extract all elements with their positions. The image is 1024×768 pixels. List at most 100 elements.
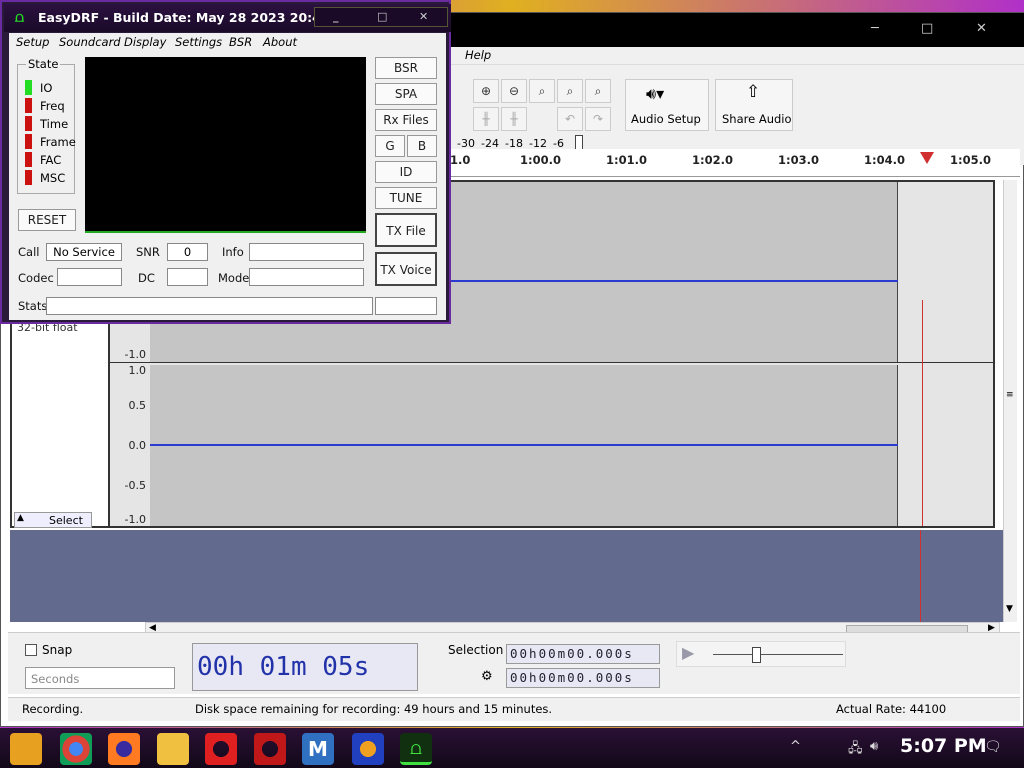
led-label: Frame bbox=[40, 135, 76, 149]
chrome-icon[interactable] bbox=[60, 733, 92, 765]
menu-about[interactable]: About bbox=[263, 35, 297, 49]
zoom-out-icon[interactable]: ⊖ bbox=[501, 79, 527, 103]
b-button[interactable]: B bbox=[407, 135, 437, 157]
playhead-line bbox=[920, 530, 921, 622]
playhead-marker-icon[interactable] bbox=[920, 152, 934, 164]
easydrf-taskbar-icon[interactable]: ⩍ bbox=[400, 733, 432, 765]
spa-button[interactable]: SPA bbox=[375, 83, 437, 105]
led-fac bbox=[25, 152, 32, 167]
taskbar: M ⩍ ^ 🖧 🔊︎ 5:07 PM 🗨︎ bbox=[0, 728, 1024, 768]
share-audio-button[interactable]: ⇧ Share Audio bbox=[715, 79, 793, 131]
audacity-icon[interactable] bbox=[352, 733, 384, 765]
time-unit: h bbox=[228, 652, 244, 682]
waveform-channel-right[interactable] bbox=[150, 365, 898, 526]
mode-field bbox=[249, 268, 364, 286]
maximize-icon[interactable]: □ bbox=[921, 21, 933, 36]
speed-slider[interactable] bbox=[713, 654, 843, 655]
stats-extra-field bbox=[375, 297, 437, 315]
undo-icon[interactable]: ↶ bbox=[557, 107, 583, 131]
menu-help[interactable]: Help bbox=[465, 48, 491, 62]
waveform-line bbox=[150, 444, 898, 446]
easydrf-window: ⩍ EasyDRF - Build Date: May 28 2023 20:4… bbox=[0, 0, 451, 324]
share-icon: ⇧ bbox=[746, 82, 761, 102]
firefox-icon[interactable] bbox=[108, 733, 140, 765]
led-label: Time bbox=[40, 117, 69, 131]
tune-button[interactable]: TUNE bbox=[375, 187, 437, 209]
dc-label: DC bbox=[138, 271, 155, 285]
menu-soundcard[interactable]: Soundcard bbox=[59, 35, 121, 49]
vertical-scrollbar[interactable]: ≡ ▼ bbox=[1003, 180, 1017, 622]
mode-label: Mode bbox=[218, 271, 250, 285]
time-unit: m bbox=[290, 652, 307, 682]
select-button[interactable]: ▲ Select bbox=[14, 512, 92, 528]
empty-track-space[interactable] bbox=[10, 530, 1013, 622]
ruler-tick: 1:02.0 bbox=[692, 153, 733, 167]
speed-slider-thumb[interactable] bbox=[752, 647, 761, 663]
info-field bbox=[249, 243, 364, 261]
play-icon[interactable]: ▶ bbox=[682, 643, 694, 662]
menu-settings[interactable]: Settings bbox=[175, 35, 222, 49]
bsr-button[interactable]: BSR bbox=[375, 57, 437, 79]
play-at-speed-toolbar: ▶ bbox=[676, 641, 846, 667]
audio-setup-button[interactable]: 🔊︎▾ Audio Setup bbox=[625, 79, 709, 131]
scroll-down-icon[interactable]: ▼ bbox=[1006, 604, 1013, 614]
zoom-selection-icon[interactable]: ⌕ bbox=[529, 79, 555, 103]
call-label: Call bbox=[18, 245, 40, 259]
menu-setup[interactable]: Setup bbox=[16, 35, 49, 49]
status-state: Recording. bbox=[22, 702, 84, 716]
codec-field bbox=[57, 268, 122, 286]
redo-icon[interactable]: ↷ bbox=[585, 107, 611, 131]
selection-start-time[interactable]: 00h00m00.000s bbox=[506, 644, 660, 664]
easydrf-titlebar: ⩍ EasyDRF - Build Date: May 28 2023 20:4… bbox=[4, 4, 451, 32]
spectrum-display bbox=[85, 57, 366, 233]
led-frame bbox=[25, 134, 32, 149]
g-button[interactable]: G bbox=[375, 135, 405, 157]
gear-icon[interactable]: ⚙ bbox=[481, 669, 493, 684]
rx-files-button[interactable]: Rx Files bbox=[375, 109, 437, 131]
led-msc bbox=[25, 170, 32, 185]
reset-button[interactable]: RESET bbox=[18, 209, 76, 231]
selection-end-time[interactable]: 00h00m00.000s bbox=[506, 668, 660, 688]
notification-icon[interactable]: 🗨︎ bbox=[984, 739, 1002, 757]
id-button[interactable]: ID bbox=[375, 161, 437, 183]
close-icon[interactable]: ✕ bbox=[976, 21, 987, 36]
stats-field bbox=[46, 297, 373, 315]
ruler-tick: 1:04.0 bbox=[864, 153, 905, 167]
menu-bsr[interactable]: BSR bbox=[229, 35, 252, 49]
snr-label: SNR bbox=[136, 245, 160, 259]
minimize-icon[interactable]: _ bbox=[333, 10, 339, 23]
axis-label: -1.0 bbox=[124, 348, 146, 361]
silence-icon[interactable]: ╫ bbox=[501, 107, 527, 131]
snap-unit-select[interactable]: Seconds bbox=[25, 667, 175, 689]
clock[interactable]: 5:07 PM bbox=[900, 735, 987, 757]
speaker-icon: 🔊︎▾ bbox=[646, 84, 665, 103]
network-icon[interactable]: 🖧 bbox=[848, 739, 866, 757]
m-app-icon[interactable]: M bbox=[302, 733, 334, 765]
zoom-fit-icon[interactable]: ⌕ bbox=[557, 79, 583, 103]
start-icon[interactable] bbox=[10, 733, 42, 765]
selection-label: Selection bbox=[448, 643, 504, 657]
maximize-icon[interactable]: □ bbox=[377, 10, 387, 23]
tx-file-button[interactable]: TX File bbox=[375, 213, 437, 247]
volume-icon[interactable]: 🔊︎ bbox=[870, 739, 888, 757]
led-io bbox=[25, 80, 32, 95]
selection-toolbar: Snap Seconds 00h 01m 05s Selection ⚙ 00h… bbox=[8, 632, 1020, 694]
opera-gx-icon[interactable] bbox=[254, 733, 286, 765]
minimize-icon[interactable]: ─ bbox=[871, 21, 879, 36]
time-display[interactable]: 00h 01m 05s bbox=[192, 643, 418, 691]
menu-display[interactable]: Display bbox=[124, 35, 166, 49]
scroll-grip-icon: ≡ bbox=[1006, 390, 1014, 400]
trim-icon[interactable]: ╫ bbox=[473, 107, 499, 131]
zoom-in-icon[interactable]: ⊕ bbox=[473, 79, 499, 103]
close-icon[interactable]: ✕ bbox=[419, 10, 428, 23]
ruler-tick: 1.0 bbox=[450, 153, 471, 167]
info-label: Info bbox=[222, 245, 244, 259]
led-label: Freq bbox=[40, 99, 65, 113]
opera-icon[interactable] bbox=[205, 733, 237, 765]
tx-voice-button[interactable]: TX Voice bbox=[375, 252, 437, 286]
tray-chevron-icon[interactable]: ^ bbox=[790, 739, 812, 757]
snap-checkbox[interactable] bbox=[25, 644, 37, 656]
zoom-toggle-icon[interactable]: ⌕ bbox=[585, 79, 611, 103]
file-explorer-icon[interactable] bbox=[157, 733, 189, 765]
state-label: State bbox=[26, 57, 61, 71]
